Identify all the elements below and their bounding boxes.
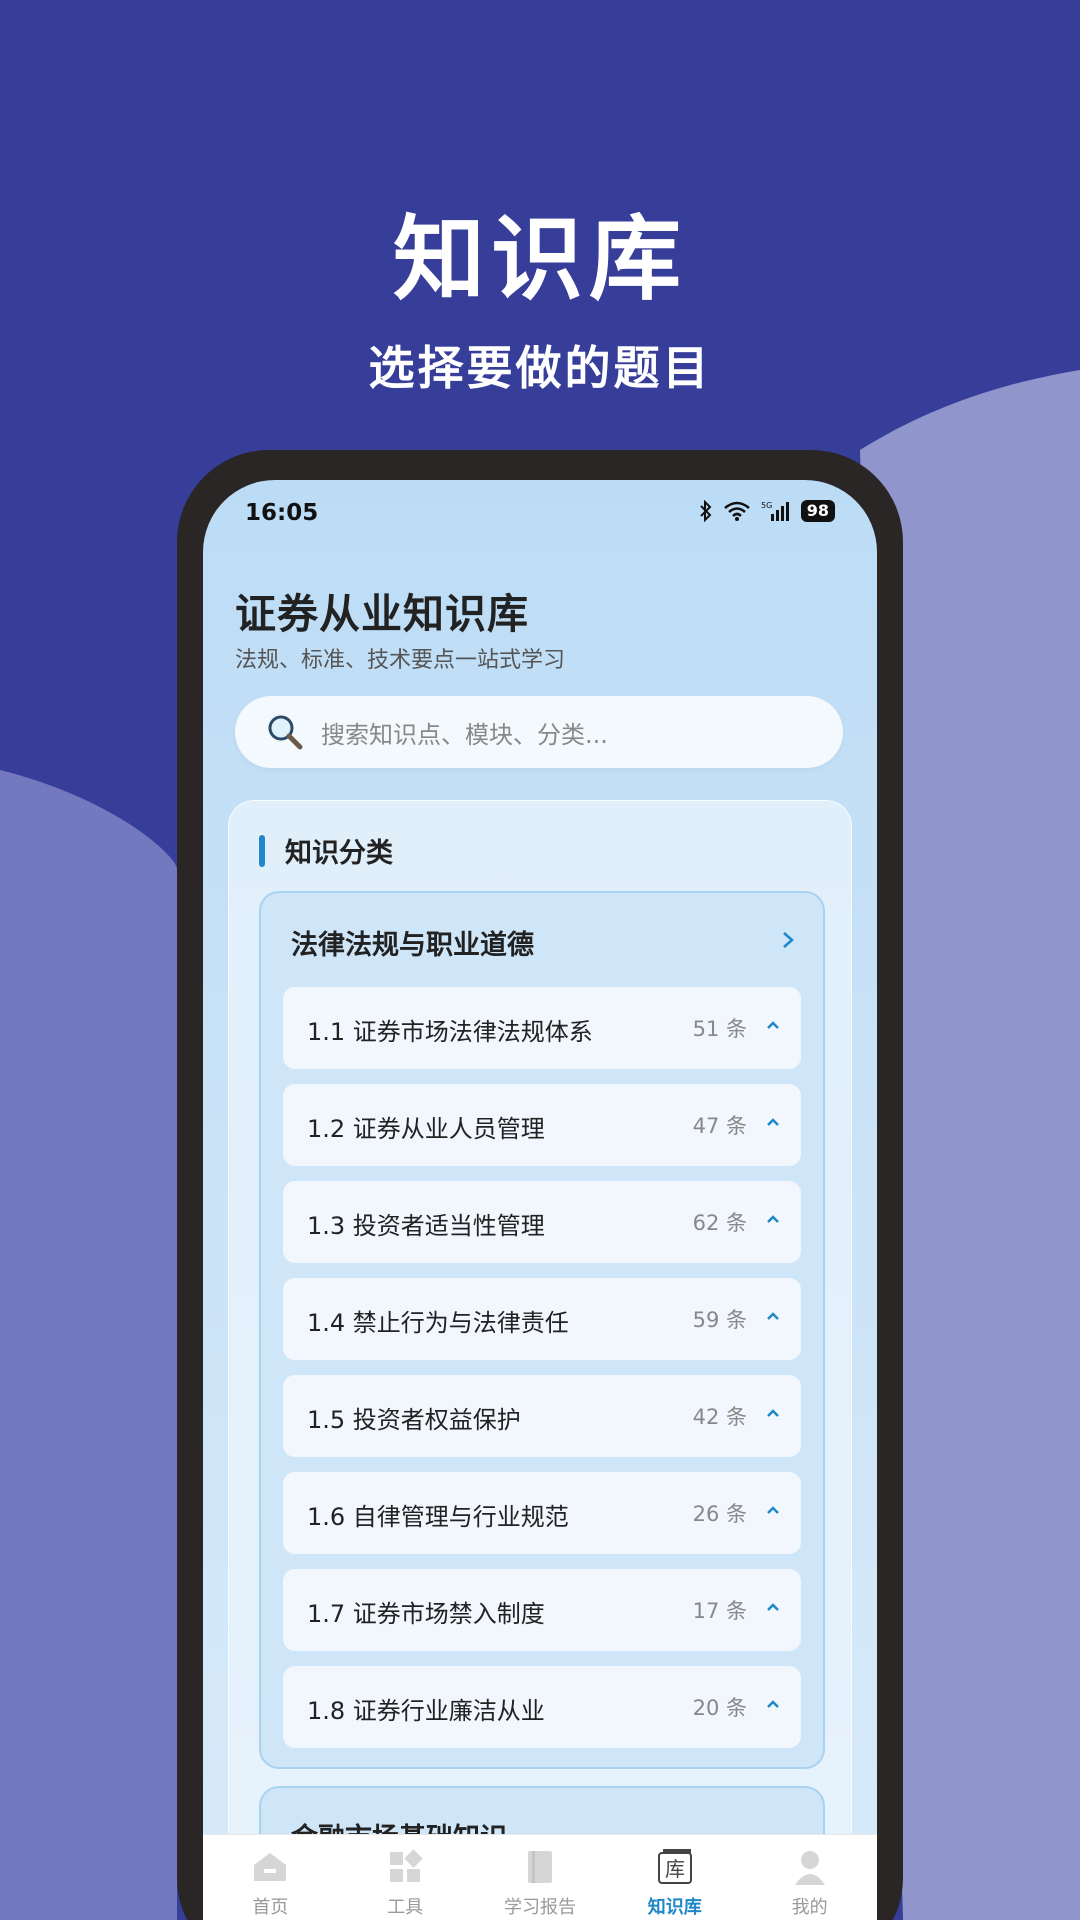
list-item[interactable]: 1.8 证券行业廉洁从业 20 条 (283, 1666, 801, 1748)
svg-text:库: 库 (665, 1857, 685, 1881)
status-icons: 5G 98 (699, 500, 835, 522)
home-icon (254, 1853, 287, 1881)
list-item-label: 1.3 投资者适当性管理 (307, 1212, 545, 1240)
list-item-label: 1.7 证券市场禁入制度 (307, 1600, 545, 1628)
bottom-tab-bar: 首页 工具 学习报告 库 知识库 我的 (203, 1834, 877, 1920)
category-group-title[interactable]: 法律法规与职业道德 (291, 923, 534, 962)
list-item-label: 1.1 证券市场法律法规体系 (307, 1018, 593, 1046)
list-item[interactable]: 1.2 证券从业人员管理 47 条 (283, 1084, 801, 1166)
chevron-up-icon[interactable] (765, 1698, 781, 1710)
tab-label: 工具 (387, 1897, 424, 1918)
list-item[interactable]: 1.4 禁止行为与法律责任 59 条 (283, 1278, 801, 1360)
list-item[interactable]: 1.1 证券市场法律法规体系 51 条 (283, 987, 801, 1069)
grid-icon (390, 1849, 423, 1882)
list-item-label: 1.6 自律管理与行业规范 (307, 1503, 569, 1531)
chevron-up-icon[interactable] (765, 1116, 781, 1128)
list-item-count: 51 条 (692, 1017, 747, 1041)
network-type-label: 5G (761, 501, 772, 510)
tab-label: 学习报告 (503, 1897, 576, 1918)
chevron-up-icon[interactable] (765, 1213, 781, 1225)
user-icon (794, 1851, 825, 1885)
library-icon: 库 (657, 1849, 692, 1884)
tab-home[interactable]: 首页 (203, 1835, 338, 1920)
tab-knowledge-base[interactable]: 库 知识库 (607, 1835, 742, 1920)
chevron-up-icon[interactable] (765, 1601, 781, 1613)
list-item-count: 59 条 (692, 1308, 747, 1332)
list-item-count: 17 条 (692, 1599, 747, 1623)
page-subtitle: 法规、标准、技术要点一站式学习 (235, 648, 566, 673)
chevron-right-icon[interactable] (781, 931, 795, 949)
phone-screen: 16:05 5G 98 证券从业知识库 法规、标准、技术要点一站式学习 搜索知识… (203, 480, 877, 1920)
chevron-up-icon[interactable] (765, 1407, 781, 1419)
chevron-up-icon[interactable] (765, 1310, 781, 1322)
tab-study-report[interactable]: 学习报告 (473, 1835, 608, 1920)
list-item-count: 42 条 (692, 1405, 747, 1429)
search-placeholder: 搜索知识点、模块、分类... (321, 720, 608, 749)
list-item[interactable]: 1.5 投资者权益保护 42 条 (283, 1375, 801, 1457)
tab-label: 知识库 (647, 1897, 702, 1918)
chevron-up-icon[interactable] (765, 1504, 781, 1516)
section-title: 知识分类 (285, 838, 393, 869)
list-item-count: 47 条 (692, 1114, 747, 1138)
list-item-count: 26 条 (692, 1502, 747, 1526)
list-item[interactable]: 1.7 证券市场禁入制度 17 条 (283, 1569, 801, 1651)
tab-label: 我的 (791, 1897, 828, 1918)
battery-indicator: 98 (800, 500, 835, 522)
section-accent-bar (259, 834, 265, 867)
status-bar: 16:05 5G 98 (203, 480, 877, 544)
list-item[interactable]: 1.6 自律管理与行业规范 26 条 (283, 1472, 801, 1554)
list-item[interactable]: 1.3 投资者适当性管理 62 条 (283, 1181, 801, 1263)
search-icon (268, 715, 303, 750)
list-item-label: 1.8 证券行业廉洁从业 (307, 1697, 545, 1725)
list-item-label: 1.5 投资者权益保护 (307, 1406, 521, 1434)
bluetooth-icon (700, 500, 712, 522)
book-icon (527, 1851, 552, 1883)
tab-tools[interactable]: 工具 (338, 1835, 473, 1920)
wifi-icon (723, 501, 750, 521)
tab-profile[interactable]: 我的 (742, 1835, 877, 1920)
list-item-count: 20 条 (692, 1696, 747, 1720)
signal-icon: 5G (761, 501, 789, 521)
status-time: 16:05 (245, 500, 319, 526)
promo-subtitle: 选择要做的题目 (368, 341, 712, 395)
list-item-label: 1.4 禁止行为与法律责任 (307, 1309, 569, 1337)
promo-title: 知识库 (392, 206, 687, 313)
knowledge-category-card: 知识分类 法律法规与职业道德 1.1 证券市场法律法规体系 51 条 1.2 证… (228, 800, 852, 1920)
list-item-count: 62 条 (692, 1211, 747, 1235)
section-header: 知识分类 (259, 831, 393, 870)
chevron-up-icon[interactable] (765, 1019, 781, 1031)
search-input[interactable]: 搜索知识点、模块、分类... (235, 696, 843, 768)
page-title: 证券从业知识库 (235, 590, 529, 638)
category-group: 法律法规与职业道德 1.1 证券市场法律法规体系 51 条 1.2 证券从业人员… (259, 891, 825, 1769)
list-item-label: 1.2 证券从业人员管理 (307, 1115, 545, 1143)
tab-label: 首页 (252, 1897, 289, 1918)
